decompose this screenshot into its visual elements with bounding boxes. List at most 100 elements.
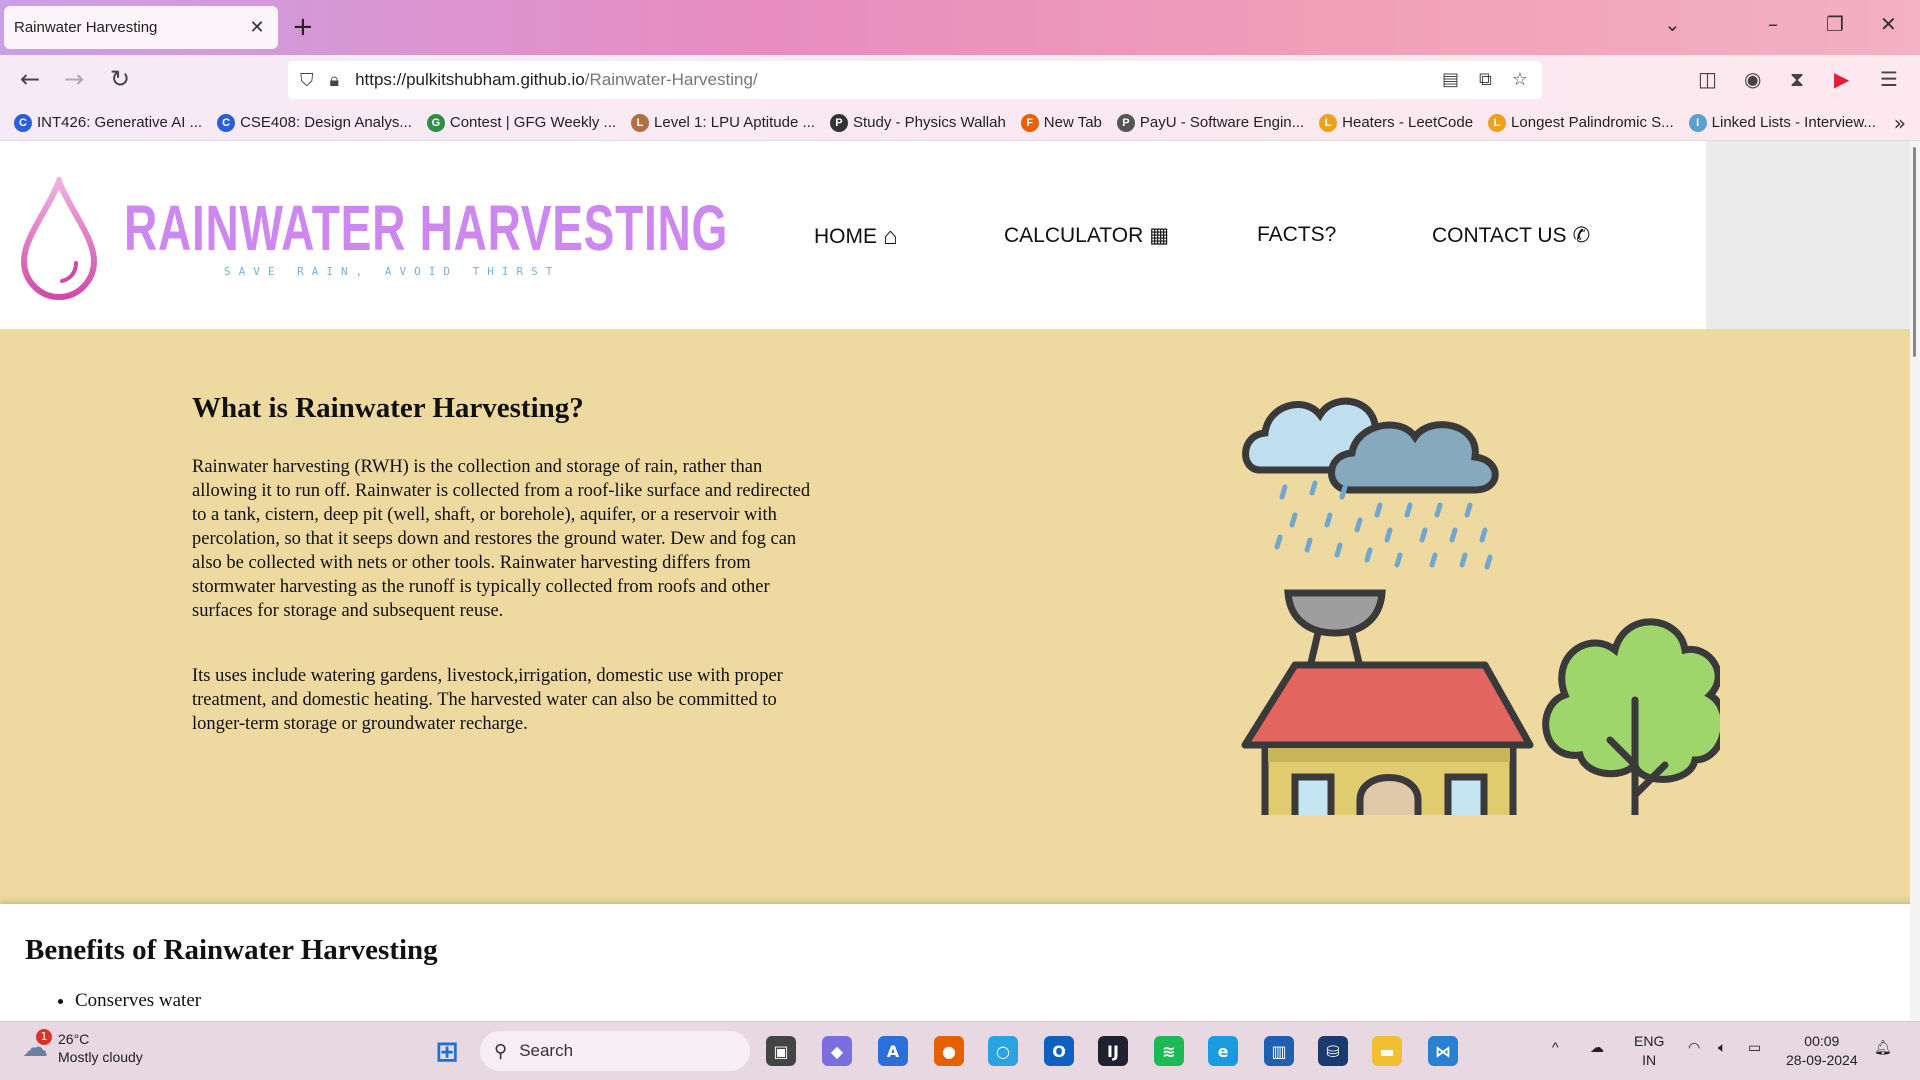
store-icon[interactable]: ▥ (1264, 1036, 1294, 1066)
vscode-icon[interactable]: ⋈ (1428, 1036, 1458, 1066)
menu-icon[interactable]: ☰ (1880, 67, 1898, 91)
bookmark-favicon-icon: G (426, 113, 445, 132)
onedrive-icon[interactable]: ☁ (1590, 1038, 1604, 1057)
bookmark-item[interactable]: L Longest Palindromic S... (1488, 113, 1674, 132)
nav-home-link[interactable]: HOME ⌂ (814, 223, 898, 251)
minimize-icon[interactable]: – (1768, 12, 1778, 36)
about-heading: What is Rainwater Harvesting? (192, 392, 584, 424)
nav-calculator-label: CALCULATOR (1004, 223, 1144, 247)
temperature: 26°C (58, 1031, 90, 1047)
tab-title: Rainwater Harvesting (14, 19, 158, 36)
task-view-icon[interactable]: ▣ (766, 1036, 796, 1066)
forward-arrow-icon[interactable]: → (58, 65, 90, 93)
nav-contact-link[interactable]: CONTACT US ✆ (1432, 223, 1590, 248)
cloud-icon: ☁ 1 (22, 1029, 52, 1063)
lock-icon[interactable]: 🔒︎ (330, 70, 340, 91)
web-page: RAINWATER HARVESTING SAVE RAIN, AVOID TH… (0, 141, 1920, 1021)
bookmark-label: Heaters - LeetCode (1342, 114, 1474, 131)
nav-contact-label: CONTACT US (1432, 223, 1567, 247)
clock[interactable]: 00:09 28-09-2024 (1786, 1032, 1858, 1070)
windows-start-icon[interactable]: ⊞ (432, 1035, 462, 1068)
browser-tab[interactable]: Rainwater Harvesting ✕ (4, 6, 278, 49)
bookmark-label: Level 1: LPU Aptitude ... (654, 114, 815, 131)
extensions-icon[interactable]: ⧗ (1790, 67, 1804, 91)
page-scrollbar[interactable] (1910, 141, 1920, 1021)
benefits-list: Conserves water (75, 990, 201, 1012)
bookmark-label: Study - Physics Wallah (852, 114, 1006, 131)
picture-in-picture-icon[interactable]: ⧉ (1479, 69, 1492, 90)
cortana-icon[interactable]: ○ (988, 1036, 1018, 1066)
bookmark-item[interactable]: C INT426: Generative AI ... (14, 113, 203, 132)
notification-badge: 1 (36, 1029, 52, 1045)
house-rain-illustration (1241, 397, 1720, 815)
back-arrow-icon[interactable]: ← (14, 65, 46, 93)
close-tab-icon[interactable]: ✕ (246, 17, 268, 38)
font-app-icon[interactable]: A (878, 1036, 908, 1066)
shield-icon[interactable]: ⛉ (300, 70, 314, 91)
show-hidden-icons-icon[interactable]: ^ (1552, 1038, 1559, 1057)
restore-icon[interactable]: ❐ (1826, 12, 1844, 36)
list-tabs-icon[interactable]: ⌄ (1664, 12, 1681, 36)
reload-icon[interactable]: ↻ (104, 65, 136, 93)
pocket-icon[interactable]: ◫ (1698, 67, 1717, 91)
bookmark-favicon-icon: L (1319, 113, 1338, 132)
weather-widget[interactable]: ☁ 1 26°C Mostly cloudy (22, 1029, 143, 1066)
nav-facts-label: FACTS? (1257, 223, 1337, 246)
logo-title[interactable]: RAINWATER HARVESTING (124, 191, 728, 265)
bookmark-item[interactable]: L Level 1: LPU Aptitude ... (631, 113, 815, 132)
about-paragraph-1: Rainwater harvesting (RWH) is the collec… (192, 457, 811, 621)
new-tab-button[interactable]: + (292, 12, 314, 42)
bookmark-star-icon[interactable]: ☆ (1512, 69, 1528, 90)
list-item: Conserves water (75, 990, 201, 1012)
bookmark-item[interactable]: P Study - Physics Wallah (829, 113, 1006, 132)
water-drop-logo-icon[interactable] (20, 177, 98, 301)
address-bar[interactable]: ⛉ 🔒︎ https://pulkitshubham.github.io/Rai… (288, 61, 1542, 99)
firefox-icon[interactable]: ● (934, 1036, 964, 1066)
nav-home-label: HOME (814, 225, 877, 248)
phone-icon: ✆ (1572, 224, 1591, 247)
taskbar-search[interactable]: ⚲ Search (480, 1031, 750, 1071)
benefits-heading: Benefits of Rainwater Harvesting (25, 934, 438, 966)
nav-calculator-link[interactable]: CALCULATOR ▦ (1004, 223, 1169, 248)
weather-status: Mostly cloudy (58, 1049, 143, 1065)
spotify-icon[interactable]: ≋ (1154, 1036, 1184, 1066)
battery-icon[interactable]: ▭ (1748, 1038, 1761, 1057)
wifi-icon[interactable]: ◠ (1688, 1038, 1700, 1057)
bookmark-item[interactable]: F New Tab (1020, 113, 1102, 132)
browser-nav-bar: ← → ↻ ⛉ 🔒︎ https://pulkitshubham.github.… (0, 55, 1920, 105)
url-text[interactable]: https://pulkitshubham.github.io/Rainwate… (355, 70, 758, 90)
bookmark-item[interactable]: I Linked Lists - Interview... (1688, 113, 1876, 132)
bookmark-favicon-icon: P (1116, 113, 1135, 132)
bookmark-item[interactable]: L Heaters - LeetCode (1319, 113, 1474, 132)
reader-view-icon[interactable]: ▤ (1442, 69, 1459, 90)
nav-facts-link[interactable]: FACTS? (1257, 223, 1336, 247)
volume-icon[interactable]: 🔈︎ (1718, 1038, 1726, 1057)
bookmark-label: New Tab (1043, 114, 1102, 131)
notifications-icon[interactable]: 🔔︎ (1874, 1038, 1892, 1057)
window-close-icon[interactable]: ✕ (1880, 12, 1897, 36)
benefits-section: Benefits of Rainwater Harvesting Conserv… (0, 904, 1920, 1021)
video-extension-icon[interactable]: ▶ (1834, 67, 1849, 91)
bookmark-label: Longest Palindromic S... (1511, 114, 1674, 131)
bookmark-favicon-icon: F (1020, 113, 1039, 132)
account-icon[interactable]: ◉ (1744, 67, 1761, 91)
bookmark-item[interactable]: G Contest | GFG Weekly ... (426, 113, 616, 132)
scrollbar-thumb[interactable] (1913, 147, 1916, 357)
intellij-icon[interactable]: IJ (1098, 1036, 1128, 1066)
bookmark-item[interactable]: P PayU - Software Engin... (1116, 113, 1304, 132)
edge-icon[interactable]: e (1208, 1036, 1238, 1066)
site-header: RAINWATER HARVESTING SAVE RAIN, AVOID TH… (0, 141, 1706, 329)
bookmark-favicon-icon: C (217, 113, 236, 132)
bookmark-label: CSE408: Design Analys... (240, 114, 412, 131)
about-paragraph-2: Its uses include watering gardens, lives… (192, 666, 783, 734)
outlook-icon[interactable]: O (1044, 1036, 1074, 1066)
bookmark-label: INT426: Generative AI ... (37, 114, 203, 131)
file-explorer-icon[interactable]: ▬ (1372, 1036, 1402, 1066)
language-indicator[interactable]: ENG IN (1634, 1032, 1664, 1070)
sql-app-icon[interactable]: ⛁ (1318, 1036, 1348, 1066)
bookmark-item[interactable]: C CSE408: Design Analys... (217, 113, 412, 132)
bookmark-favicon-icon: L (631, 113, 650, 132)
copilot-icon[interactable]: ◆ (822, 1036, 852, 1066)
bookmark-favicon-icon: L (1488, 113, 1507, 132)
more-bookmarks-icon[interactable]: » (1894, 111, 1906, 135)
